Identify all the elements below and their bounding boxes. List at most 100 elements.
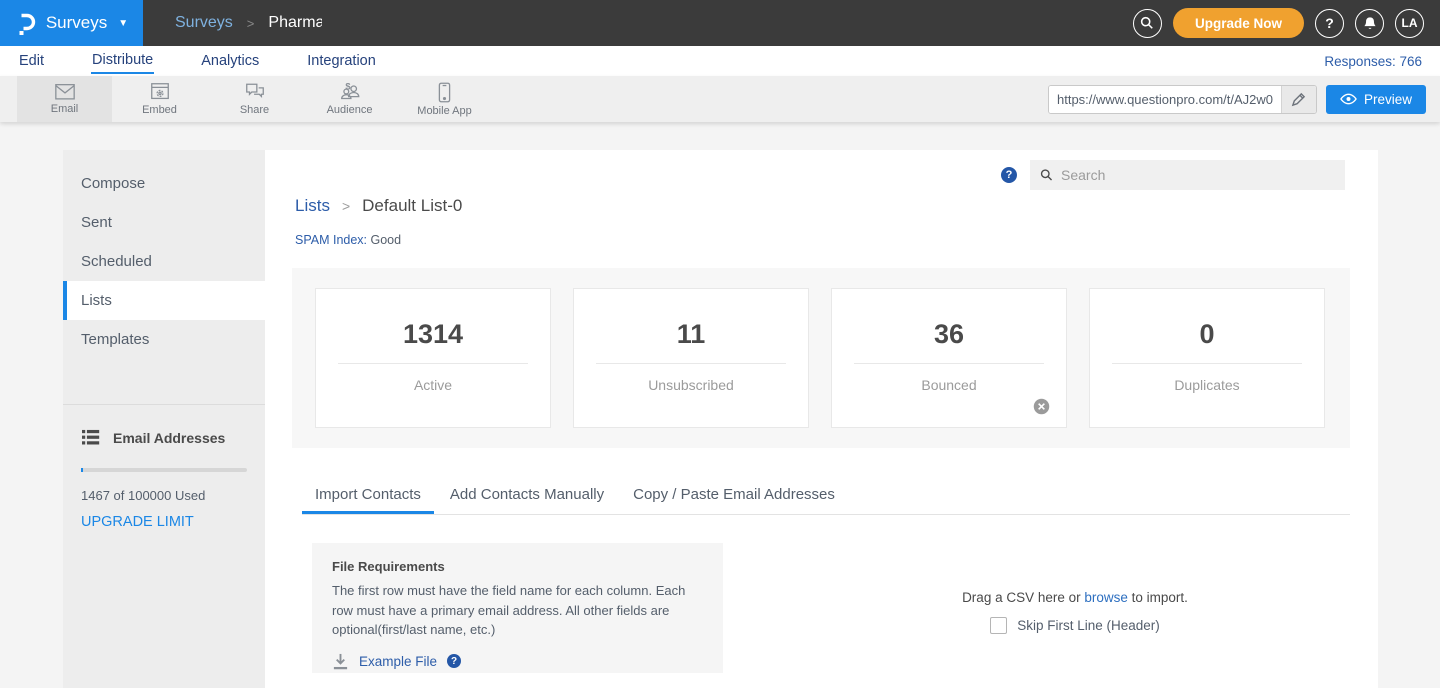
skip-first-line-checkbox[interactable] — [990, 617, 1007, 634]
list-search — [1030, 160, 1345, 190]
spam-index-value: Good — [367, 233, 401, 247]
lists-help-icon[interactable]: ? — [1001, 167, 1017, 183]
stat-label: Unsubscribed — [574, 377, 808, 393]
sidebar-item-sent[interactable]: Sent — [63, 203, 265, 242]
email-addresses-title: Email Addresses — [113, 430, 225, 446]
distribute-toolbar: Email Embed Share $ Audience Mobile App — [0, 76, 1440, 122]
stat-divider — [854, 363, 1044, 364]
search-icon — [1140, 16, 1154, 30]
search-icon — [1040, 168, 1053, 182]
example-file-link[interactable]: Example File — [359, 654, 437, 669]
x-circle-icon — [1033, 398, 1050, 415]
pencil-icon — [1291, 92, 1306, 107]
product-switcher[interactable]: Surveys ▼ — [0, 0, 143, 46]
tab-import-contacts[interactable]: Import Contacts — [302, 478, 434, 514]
stat-divider — [1112, 363, 1302, 364]
stat-label: Bounced — [832, 377, 1066, 393]
sidebar-item-templates[interactable]: Templates — [63, 320, 265, 359]
stat-card-active: 1314 Active — [315, 288, 551, 428]
topbar: Surveys ▼ Surveys > Pharma Upgrade Now ?… — [0, 0, 1440, 46]
usage-text: 1467 of 100000 Used — [81, 488, 247, 503]
search-button[interactable] — [1133, 9, 1162, 38]
sidebar-item-compose[interactable]: Compose — [63, 164, 265, 203]
current-list-name: Default List-0 — [362, 196, 462, 216]
mobile-app-icon — [438, 82, 451, 103]
survey-nav: Edit Distribute Analytics Integration Re… — [0, 46, 1440, 76]
upgrade-limit-link[interactable]: UPGRADE LIMIT — [81, 514, 247, 530]
toolbar-item-share[interactable]: Share — [207, 76, 302, 122]
email-icon — [54, 83, 76, 101]
tab-copy-paste-email-addresses[interactable]: Copy / Paste Email Addresses — [620, 478, 848, 514]
app-root: Surveys ▼ Surveys > Pharma Upgrade Now ?… — [0, 0, 1440, 688]
stat-card-unsubscribed: 11 Unsubscribed — [573, 288, 809, 428]
toolbar-item-audience[interactable]: $ Audience — [302, 76, 397, 122]
file-requirements-text: The first row must have the field name f… — [332, 581, 703, 640]
upgrade-now-button[interactable]: Upgrade Now — [1173, 8, 1304, 38]
breadcrumb-surveys-link[interactable]: Surveys — [175, 14, 233, 32]
product-name: Surveys — [46, 13, 107, 33]
file-requirements-box: File Requirements The first row must hav… — [312, 543, 723, 673]
breadcrumb-separator: > — [247, 16, 255, 31]
preview-button[interactable]: Preview — [1326, 85, 1426, 114]
breadcrumb-survey-name: Pharma — [268, 14, 322, 32]
toolbar-item-mobile-app[interactable]: Mobile App — [397, 76, 492, 122]
notifications-button[interactable] — [1355, 9, 1384, 38]
spam-index-label: SPAM Index: — [295, 233, 367, 247]
dropzone-text: Drag a CSV here or browse to import. — [825, 590, 1325, 605]
list-icon — [81, 429, 100, 446]
stat-divider — [596, 363, 786, 364]
stat-value: 1314 — [316, 319, 550, 350]
toolbar-label: Email — [51, 103, 79, 115]
skip-first-line-label: Skip First Line (Header) — [1017, 618, 1160, 633]
toolbar-item-email[interactable]: Email — [17, 76, 112, 122]
avatar[interactable]: LA — [1395, 9, 1424, 38]
tab-edit[interactable]: Edit — [18, 50, 45, 73]
embed-icon — [149, 82, 171, 102]
breadcrumb-separator: > — [342, 198, 350, 214]
stat-divider — [338, 363, 528, 364]
questionpro-logo-icon — [15, 10, 37, 37]
browse-link[interactable]: browse — [1084, 590, 1128, 605]
preview-label: Preview — [1364, 92, 1412, 107]
csv-dropzone[interactable]: Drag a CSV here or browse to import. Ski… — [825, 590, 1325, 634]
contacts-tabs: Import Contacts Add Contacts Manually Co… — [302, 478, 1350, 515]
toolbar-label: Audience — [327, 104, 373, 116]
toolbar-item-embed[interactable]: Embed — [112, 76, 207, 122]
topbar-actions: Upgrade Now ? LA — [1133, 8, 1440, 38]
clear-bounced-button[interactable] — [1033, 398, 1050, 415]
edit-url-button[interactable] — [1281, 86, 1316, 113]
list-breadcrumb: Lists > Default List-0 — [295, 196, 462, 216]
usage-progress-fill — [81, 468, 83, 472]
stat-label: Active — [316, 377, 550, 393]
tab-distribute[interactable]: Distribute — [91, 49, 154, 74]
audience-icon: $ — [338, 82, 362, 102]
stat-value: 11 — [574, 319, 808, 350]
lists-link[interactable]: Lists — [295, 196, 330, 216]
tab-integration[interactable]: Integration — [306, 50, 377, 73]
survey-url-input[interactable] — [1049, 86, 1281, 113]
list-stats-panel: 1314 Active 11 Unsubscribed 36 Bounced 0 — [292, 268, 1350, 448]
stat-label: Duplicates — [1090, 377, 1324, 393]
email-addresses-panel: Email Addresses 1467 of 100000 Used UPGR… — [63, 405, 265, 530]
lists-main-panel: ? Lists > Default List-0 SPAM Index: Goo… — [265, 150, 1378, 688]
toolbar-label: Mobile App — [417, 105, 471, 117]
help-button[interactable]: ? — [1315, 9, 1344, 38]
file-requirements-title: File Requirements — [332, 559, 703, 574]
email-sidebar: Compose Sent Scheduled Lists Templates E… — [63, 150, 265, 688]
sidebar-item-lists[interactable]: Lists — [63, 281, 265, 320]
spam-index: SPAM Index: Good — [295, 233, 401, 247]
bell-icon — [1363, 16, 1377, 31]
search-input[interactable] — [1061, 167, 1335, 183]
stat-value: 0 — [1090, 319, 1324, 350]
toolbar-label: Share — [240, 104, 269, 116]
stat-value: 36 — [832, 319, 1066, 350]
sidebar-item-scheduled[interactable]: Scheduled — [63, 242, 265, 281]
tab-add-contacts-manually[interactable]: Add Contacts Manually — [437, 478, 617, 514]
responses-count[interactable]: Responses: 766 — [1324, 54, 1422, 69]
breadcrumb: Surveys > Pharma — [175, 14, 322, 32]
tab-analytics[interactable]: Analytics — [200, 50, 260, 73]
stat-card-duplicates: 0 Duplicates — [1089, 288, 1325, 428]
stat-card-bounced: 36 Bounced — [831, 288, 1067, 428]
example-file-help-icon[interactable]: ? — [447, 654, 461, 668]
download-icon — [332, 653, 349, 670]
